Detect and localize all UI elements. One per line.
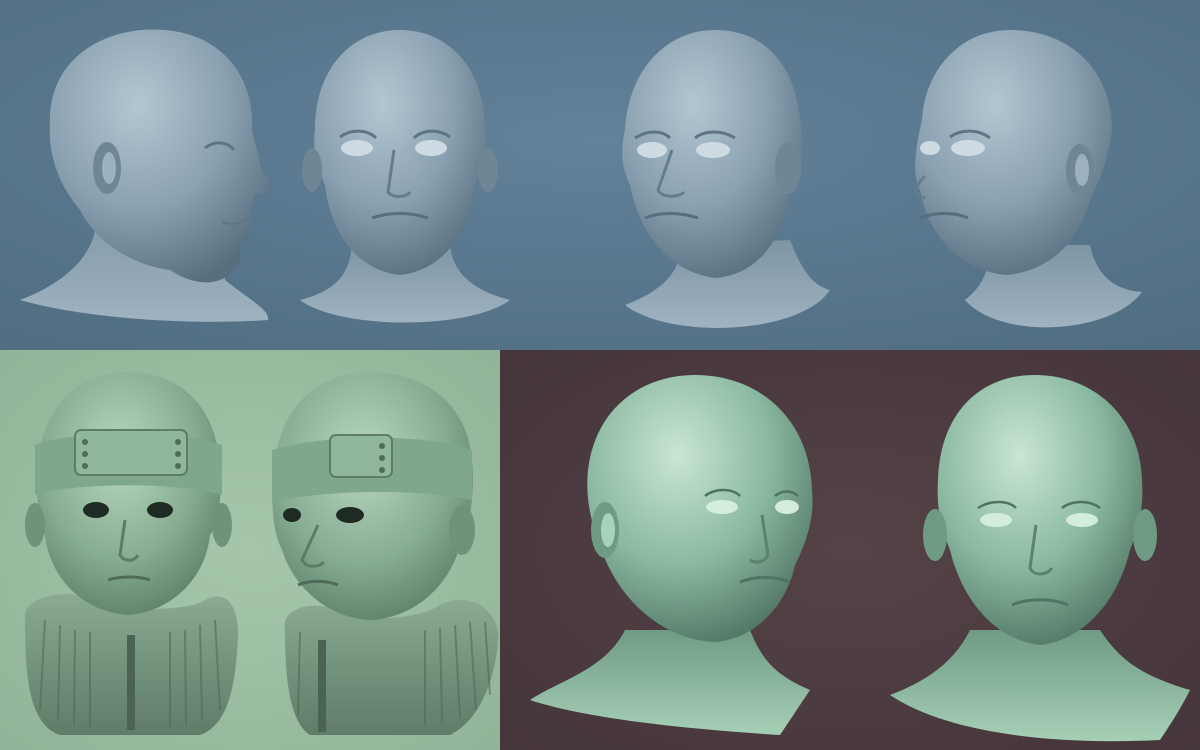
female-head-sculpt-panel xyxy=(500,350,1200,750)
headband-character-panel xyxy=(0,350,500,750)
headband-character-canvas xyxy=(0,350,500,750)
male-head-canvas xyxy=(0,0,1200,350)
male-head-sculpt-panel xyxy=(0,0,1200,350)
headband-character-front xyxy=(24,372,238,735)
render-sheet xyxy=(0,0,1200,750)
female-head-canvas xyxy=(500,350,1200,750)
